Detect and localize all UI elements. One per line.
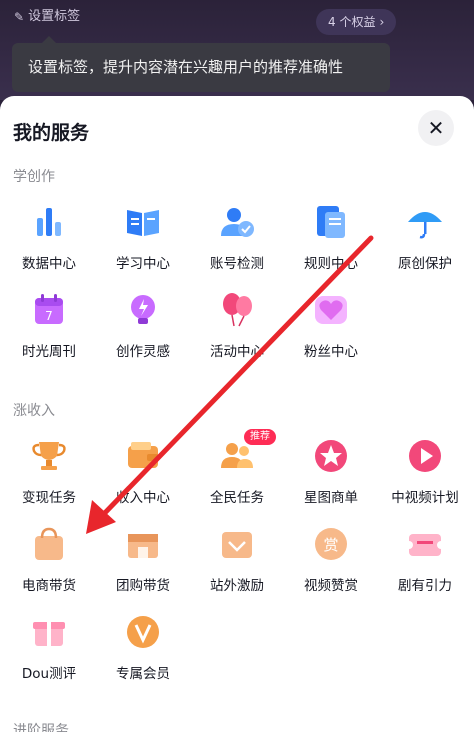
service-label: 视频赞赏 [304, 578, 358, 594]
service-time-weekly[interactable]: 7 时光周刊 [2, 286, 96, 364]
sheet-title: 我的服务 [13, 122, 90, 144]
calendar-icon: 7 [29, 290, 69, 330]
service-fans-center[interactable]: 粉丝中心 [284, 286, 378, 364]
balloon-icon [217, 290, 257, 330]
tooltip-text: 设置标签，提升内容潜在兴趣用户的推荐准确性 [28, 58, 344, 76]
rights-label: 4 个权益 [328, 15, 376, 29]
service-label: 创作灵感 [116, 344, 170, 360]
service-everyone-task[interactable]: 推荐 全民任务 [190, 429, 284, 510]
wallet-icon [123, 436, 163, 476]
service-offsite-incentive[interactable]: 站外激励 [190, 520, 284, 598]
service-label: 收入中心 [116, 490, 170, 506]
service-label: 专属会员 [116, 666, 170, 682]
bar-chart-icon [29, 202, 69, 242]
service-drama-gravity[interactable]: 剧有引力 [378, 520, 472, 598]
tag-tooltip: 设置标签，提升内容潜在兴趣用户的推荐准确性 [12, 36, 390, 92]
svg-text:赏: 赏 [323, 536, 338, 554]
service-label: 时光周刊 [22, 344, 76, 360]
service-video-appreciation[interactable]: 赏 视频赞赏 [284, 520, 378, 598]
book-icon [123, 202, 163, 242]
section-title-create: 学创作 [13, 169, 55, 185]
service-label: Dou测评 [21, 666, 77, 682]
service-label: 电商带货 [22, 578, 76, 594]
shopping-bag-icon [29, 524, 69, 564]
service-original-protection[interactable]: 原创保护 [378, 198, 472, 276]
service-learning-center[interactable]: 学习中心 [96, 198, 190, 276]
service-activity-center[interactable]: 活动中心 [190, 286, 284, 364]
income-services-grid: 变现任务 收入中心 推荐 全民任务 星图商单 中视频计划 电商带货 团购带货 站… [0, 429, 474, 686]
set-tag-button[interactable]: ✎ 设置标签 [6, 5, 90, 29]
vip-icon [123, 612, 163, 652]
close-button[interactable]: ✕ [418, 110, 454, 146]
store-icon [123, 524, 163, 564]
service-label: 规则中心 [304, 256, 358, 272]
service-label: 学习中心 [116, 256, 170, 272]
gift-box-icon [29, 612, 69, 652]
service-dou-review[interactable]: Dou测评 [2, 608, 96, 686]
service-label: 活动中心 [210, 344, 264, 360]
service-rules-center[interactable]: 规则中心 [284, 198, 378, 276]
svg-text:7: 7 [45, 309, 53, 323]
account-check-icon [217, 202, 257, 242]
service-label: 站外激励 [210, 578, 264, 594]
chevron-right-icon: › [379, 15, 385, 29]
service-label: 原创保护 [398, 256, 452, 272]
service-label: 团购带货 [116, 578, 170, 594]
service-ecommerce[interactable]: 电商带货 [2, 520, 96, 598]
services-sheet: 我的服务 ✕ 学创作 数据中心 学习中心 账号检测 规则中心 原创保护 7 时光… [0, 96, 474, 732]
section-title-advanced: 进阶服务 [13, 723, 69, 732]
service-label: 数据中心 [22, 256, 76, 272]
lightbulb-icon [123, 290, 163, 330]
umbrella-icon [405, 202, 445, 242]
service-group-buy[interactable]: 团购带货 [96, 520, 190, 598]
service-star-map[interactable]: 星图商单 [284, 432, 378, 510]
play-icon [405, 436, 445, 476]
document-icon [311, 202, 351, 242]
star-map-icon [311, 436, 351, 476]
rights-button[interactable]: 4 个权益 › [316, 9, 397, 35]
appreciate-icon: 赏 [311, 524, 351, 564]
service-label: 粉丝中心 [304, 344, 358, 360]
gift-card-icon [217, 524, 257, 564]
ticket-icon [405, 524, 445, 564]
service-label: 全民任务 [210, 490, 264, 506]
service-label: 账号检测 [210, 256, 264, 272]
service-creative-inspiration[interactable]: 创作灵感 [96, 286, 190, 364]
recommend-badge: 推荐 [244, 429, 276, 445]
section-title-income: 涨收入 [13, 403, 55, 419]
heart-icon [311, 290, 351, 330]
trophy-icon [29, 436, 69, 476]
service-label: 中视频计划 [391, 490, 459, 506]
service-data-center[interactable]: 数据中心 [2, 198, 96, 276]
service-monetize-task[interactable]: 变现任务 [2, 432, 96, 510]
service-mid-video-plan[interactable]: 中视频计划 [378, 432, 472, 510]
service-label: 变现任务 [22, 490, 76, 506]
service-exclusive-member[interactable]: 专属会员 [96, 608, 190, 686]
pen-icon: ✎ [14, 10, 25, 24]
service-label: 剧有引力 [398, 578, 452, 594]
create-services-grid: 数据中心 学习中心 账号检测 规则中心 原创保护 7 时光周刊 创作灵感 活动中… [0, 198, 474, 364]
service-income-center[interactable]: 收入中心 [96, 432, 190, 510]
service-account-check[interactable]: 账号检测 [190, 198, 284, 276]
set-tag-label: 设置标签 [28, 9, 81, 24]
close-icon: ✕ [427, 116, 445, 140]
service-label: 星图商单 [304, 490, 358, 506]
